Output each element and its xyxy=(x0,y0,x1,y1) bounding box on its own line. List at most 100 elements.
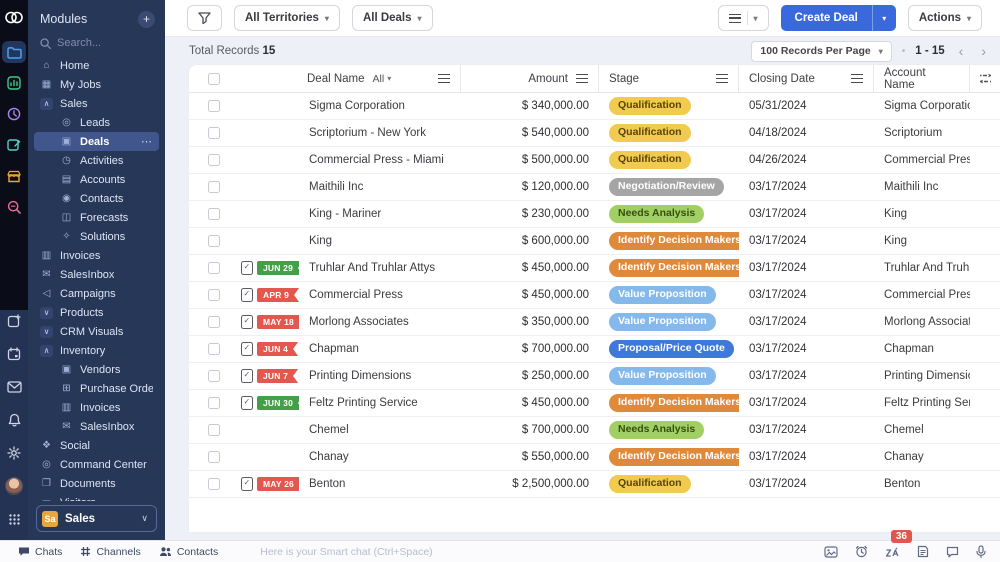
sidebar-item[interactable]: ◁ Campaigns xyxy=(34,284,159,303)
sidebar-item[interactable]: ✉ SalesInbox xyxy=(34,417,159,436)
user-avatar[interactable] xyxy=(2,475,26,497)
mic-icon[interactable] xyxy=(976,545,986,558)
row-checkbox[interactable] xyxy=(208,208,220,220)
smart-chat-input[interactable] xyxy=(232,546,824,558)
sidebar-item[interactable]: ▤ Accounts xyxy=(34,170,159,189)
col-header-closing-date[interactable]: Closing Date xyxy=(739,65,874,92)
sidebar-item[interactable]: ⌂ Home xyxy=(34,56,159,75)
account-name-cell[interactable]: King xyxy=(874,208,970,220)
row-checkbox[interactable] xyxy=(208,100,220,112)
actions-dropdown[interactable]: Actions ▾ xyxy=(908,5,982,31)
mail-icon[interactable] xyxy=(2,376,26,398)
reports-module-icon[interactable] xyxy=(2,72,26,94)
image-icon[interactable] xyxy=(824,546,838,558)
next-page-button[interactable]: › xyxy=(977,43,990,59)
create-deal-menu-button[interactable]: ▾ xyxy=(872,5,896,31)
deal-name-cell[interactable]: Scriptorium - New York xyxy=(299,127,461,139)
row-checkbox[interactable] xyxy=(208,154,220,166)
account-name-cell[interactable]: Morlong Associates xyxy=(874,316,970,328)
account-name-cell[interactable]: Chemel xyxy=(874,424,970,436)
recent-activity-icon[interactable] xyxy=(2,103,26,125)
row-checkbox[interactable] xyxy=(208,343,220,355)
select-all-checkbox[interactable] xyxy=(208,73,220,85)
planner-module-icon[interactable] xyxy=(2,134,26,156)
zia-search-module-icon[interactable] xyxy=(2,196,26,218)
col-header-deal-name[interactable]: Deal Name All ▾ xyxy=(239,65,461,92)
account-name-cell[interactable]: Commercial Press xyxy=(874,154,970,166)
table-row[interactable]: King - Mariner $ 230,000.00 Needs Analys… xyxy=(189,201,1000,228)
table-row[interactable]: Maithili Inc $ 120,000.00 Negotiation/Re… xyxy=(189,174,1000,201)
deal-name-cell[interactable]: Sigma Corporation xyxy=(299,100,461,112)
zia-icon[interactable] xyxy=(885,546,900,558)
sidebar-item[interactable]: ❖ Social xyxy=(34,436,159,455)
sidebar-item[interactable]: ◎ Leads xyxy=(34,113,159,132)
create-deal-button[interactable]: Create Deal xyxy=(781,5,872,31)
channels-tab[interactable]: Channels xyxy=(80,546,140,558)
account-name-cell[interactable]: Printing Dimensions xyxy=(874,370,970,382)
marketplace-module-icon[interactable] xyxy=(2,165,26,187)
notifications-bell-icon[interactable] xyxy=(2,409,26,431)
sidebar-item[interactable]: ▭ Visitors xyxy=(34,493,159,501)
table-row[interactable]: Scriptorium - New York $ 540,000.00 Qual… xyxy=(189,120,1000,147)
sidebar-item[interactable]: ◎ Command Center xyxy=(34,455,159,474)
sidebar-item[interactable]: ▣ Vendors xyxy=(34,360,159,379)
compose-icon[interactable] xyxy=(2,310,26,332)
deal-name-all-filter[interactable]: All ▾ xyxy=(373,73,392,85)
account-name-cell[interactable]: King xyxy=(874,235,970,247)
deal-name-cell[interactable]: Chanay xyxy=(299,451,461,463)
row-checkbox[interactable] xyxy=(208,370,220,382)
account-name-cell[interactable]: Maithili Inc xyxy=(874,181,970,193)
sidebar-item[interactable]: ∧ Inventory xyxy=(34,341,159,360)
table-row[interactable]: MAY 18 Morlong Associates $ 350,000.00 V… xyxy=(189,309,1000,336)
list-view-selector[interactable]: ▾ xyxy=(718,5,769,31)
account-name-cell[interactable]: Chanay xyxy=(874,451,970,463)
row-checkbox[interactable] xyxy=(208,181,220,193)
sidebar-item[interactable]: ▥ Invoices xyxy=(34,246,159,265)
col-header-account-name[interactable]: Account Name xyxy=(874,65,970,92)
filter-button[interactable] xyxy=(187,5,222,31)
account-name-cell[interactable]: Scriptorium xyxy=(874,127,970,139)
sidebar-item[interactable]: ❐ Documents xyxy=(34,474,159,493)
chats-tab[interactable]: Chats xyxy=(18,546,62,558)
account-name-cell[interactable]: Feltz Printing Service xyxy=(874,397,970,409)
col-header-stage[interactable]: Stage xyxy=(599,65,739,92)
deal-name-cell[interactable]: King - Mariner xyxy=(299,208,461,220)
prev-page-button[interactable]: ‹ xyxy=(955,43,968,59)
contacts-tab[interactable]: Contacts xyxy=(159,546,218,558)
settings-gear-icon[interactable] xyxy=(2,442,26,464)
calendar-icon[interactable] xyxy=(2,343,26,365)
table-row[interactable]: JUN 30 Feltz Printing Service $ 450,000.… xyxy=(189,390,1000,417)
table-row[interactable]: APR 9 Commercial Press $ 450,000.00 Valu… xyxy=(189,282,1000,309)
sidebar-item[interactable]: ◉ Contacts xyxy=(34,189,159,208)
account-name-cell[interactable]: Sigma Corporation xyxy=(874,100,970,112)
row-checkbox[interactable] xyxy=(208,478,220,490)
row-checkbox[interactable] xyxy=(208,289,220,301)
deal-name-cell[interactable]: Feltz Printing Service xyxy=(299,397,461,409)
sidebar-item[interactable]: ∨ CRM Visuals xyxy=(34,322,159,341)
org-selector[interactable]: Sa Sales ∨ xyxy=(36,505,157,532)
deal-name-cell[interactable]: Chapman xyxy=(299,343,461,355)
row-checkbox[interactable] xyxy=(208,316,220,328)
records-per-page-dropdown[interactable]: 100 Records Per Page ▾ xyxy=(751,41,891,62)
column-settings-icon[interactable] xyxy=(970,65,1000,92)
deal-name-cell[interactable]: King xyxy=(299,235,461,247)
sidebar-item[interactable]: ∨ Products xyxy=(34,303,159,322)
deal-name-cell[interactable]: Benton xyxy=(299,478,461,490)
sidebar-item[interactable]: ▥ Invoices xyxy=(34,398,159,417)
reminder-alarm-icon[interactable] xyxy=(855,545,868,558)
table-row[interactable]: Chemel $ 700,000.00 Needs Analysis 03/17… xyxy=(189,417,1000,444)
sidebar-item[interactable]: ▣ Deals ⋯ xyxy=(34,132,159,151)
territories-dropdown[interactable]: All Territories ▾ xyxy=(234,5,340,31)
deal-name-cell[interactable]: Chemel xyxy=(299,424,461,436)
chat-icon[interactable] xyxy=(946,546,959,558)
sidebar-item[interactable]: ⊞ Purchase Order xyxy=(34,379,159,398)
files-module-icon[interactable] xyxy=(2,41,26,63)
deal-name-cell[interactable]: Morlong Associates xyxy=(299,316,461,328)
table-row[interactable]: JUN 4 Chapman $ 700,000.00 Proposal/Pric… xyxy=(189,336,1000,363)
column-menu-icon[interactable] xyxy=(576,74,588,83)
sidebar-search[interactable] xyxy=(28,31,165,53)
search-input[interactable] xyxy=(57,37,147,49)
table-row[interactable]: Sigma Corporation $ 340,000.00 Qualifica… xyxy=(189,93,1000,120)
column-menu-icon[interactable] xyxy=(716,74,728,83)
sidebar-item[interactable]: ✧ Solutions xyxy=(34,227,159,246)
